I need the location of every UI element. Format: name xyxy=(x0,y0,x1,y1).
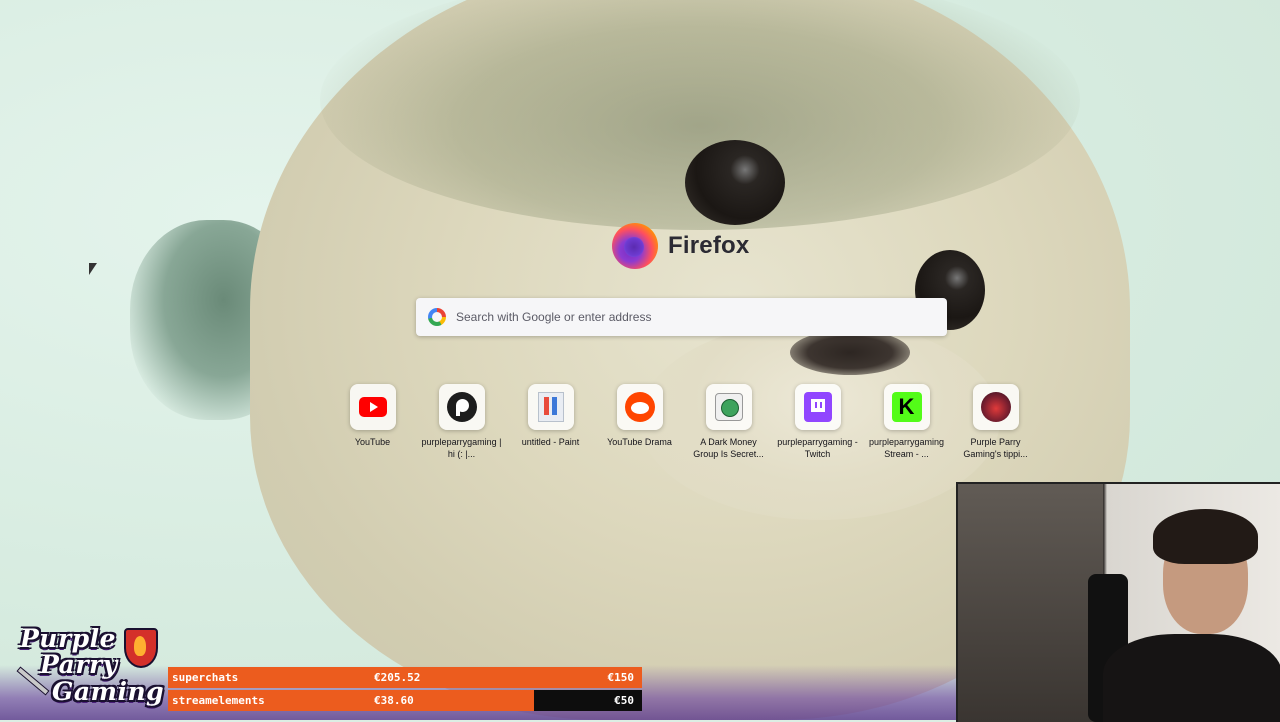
globe-icon xyxy=(714,393,743,421)
webcam-streamer-body xyxy=(1103,634,1280,722)
goal-bar-superchats: superchats €205.52 €150 xyxy=(168,667,642,688)
logo-text-line-2: Parry xyxy=(40,650,118,679)
logo-text-line-3: Gaming xyxy=(52,677,165,706)
firefox-logo-icon xyxy=(612,223,658,269)
patreon-icon xyxy=(446,392,477,422)
shortcut-icon-box xyxy=(705,384,752,430)
shortcut-label: untitled - Paint xyxy=(521,437,580,447)
webcam-feed xyxy=(956,482,1280,722)
shortcut-icon-box xyxy=(616,384,663,430)
shortcut-patreon[interactable]: purpleparrygaming | hi (: |... xyxy=(417,384,506,460)
purple-parry-gaming-logo: Purple Parry Gaming xyxy=(6,622,168,718)
shortcut-label: YouTube xyxy=(354,437,391,447)
purple-parry-icon xyxy=(980,392,1011,422)
goal-name: streamelements xyxy=(172,694,265,707)
top-sites: YouTube purpleparrygaming | hi (: |... u… xyxy=(328,384,1056,460)
shortcut-label: Purple Parry Gaming's tippi... xyxy=(963,437,1028,459)
youtube-icon xyxy=(358,397,387,417)
shortcut-icon-box xyxy=(438,384,485,430)
shortcut-icon-box xyxy=(527,384,574,430)
goal-value: €38.60 xyxy=(374,694,414,707)
shortcut-icon-box xyxy=(972,384,1019,430)
shortcut-label: YouTube Drama xyxy=(607,437,672,447)
paint-icon xyxy=(537,392,564,422)
twitch-icon xyxy=(803,392,832,422)
goal-target: €50 xyxy=(614,694,634,707)
shortcut-icon-box xyxy=(349,384,396,430)
goal-name: superchats xyxy=(172,671,239,684)
goal-target: €150 xyxy=(607,671,635,684)
shortcut-youtube[interactable]: YouTube xyxy=(328,384,417,460)
shortcut-icon-box: K xyxy=(883,384,930,430)
shortcut-label: purpleparrygaming Stream - ... xyxy=(868,437,945,459)
mouse-cursor-icon xyxy=(89,263,97,275)
shortcut-dark-money[interactable]: A Dark Money Group Is Secret... xyxy=(684,384,773,460)
shortcut-youtube-drama[interactable]: YouTube Drama xyxy=(595,384,684,460)
shortcut-icon-box xyxy=(794,384,841,430)
webcam-background-door xyxy=(958,484,1103,722)
shortcut-label: purpleparrygaming - Twitch xyxy=(777,437,858,459)
search-bar[interactable] xyxy=(416,298,947,336)
kick-icon: K xyxy=(891,392,922,422)
search-input[interactable] xyxy=(454,309,918,325)
shortcut-label: A Dark Money Group Is Secret... xyxy=(693,437,764,459)
firefox-branding: Firefox xyxy=(612,222,749,270)
shortcut-label: purpleparrygaming | hi (: |... xyxy=(421,437,502,459)
wallpaper-seal-nose xyxy=(790,330,910,375)
goal-bar-streamelements: streamelements €38.60 €50 xyxy=(168,690,642,711)
goal-value: €205.52 xyxy=(374,671,421,684)
google-icon xyxy=(428,308,446,326)
wallpaper-seal-left-eye xyxy=(685,140,785,225)
logo-text-line-1: Purple xyxy=(20,624,117,653)
firefox-wordmark: Firefox xyxy=(668,232,750,259)
shortcut-paint[interactable]: untitled - Paint xyxy=(506,384,595,460)
shortcut-purple-parry-tips[interactable]: Purple Parry Gaming's tippi... xyxy=(951,384,1040,460)
shortcut-kick[interactable]: K purpleparrygaming Stream - ... xyxy=(862,384,951,460)
reddit-icon xyxy=(624,392,655,422)
shortcut-twitch[interactable]: purpleparrygaming - Twitch xyxy=(773,384,862,460)
shield-icon xyxy=(124,628,158,668)
webcam-streamer-hair xyxy=(1153,509,1258,564)
